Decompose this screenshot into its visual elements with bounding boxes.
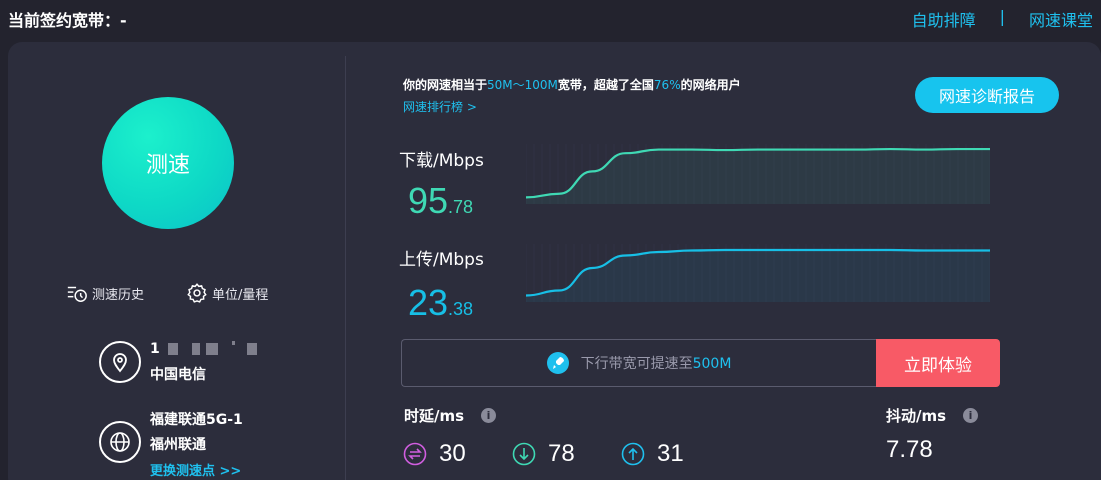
masked-block — [231, 341, 235, 345]
masked-block — [205, 343, 218, 355]
try-now-button[interactable]: 立即体验 — [876, 339, 1000, 387]
download-chart-svg — [525, 144, 991, 204]
start-speed-test-label: 测速 — [145, 153, 190, 178]
speed-history-button[interactable]: 测速历史 — [66, 282, 144, 304]
gear-icon — [187, 283, 207, 303]
masked-block — [191, 343, 200, 355]
server-city: 福州联通 — [150, 437, 206, 453]
top-links: 自助排障 | 网速课堂 — [912, 7, 1093, 31]
unit-range-label: 单位/量程 — [212, 287, 269, 303]
latency-help-icon[interactable]: i — [481, 408, 496, 423]
upload-dec: .38 — [448, 299, 474, 319]
speed-ranking-link[interactable]: 网速排行榜 > — [403, 98, 477, 115]
download-chart — [525, 144, 991, 208]
self-troubleshoot-link[interactable]: 自助排障 — [912, 7, 976, 31]
latency-download-value: 78 — [548, 440, 575, 467]
arrow-up-icon — [621, 442, 645, 466]
link-separator: | — [999, 7, 1005, 26]
start-speed-test-button[interactable]: 测速 — [102, 97, 234, 229]
upload-chart-area — [526, 250, 990, 302]
server-name: 福建联通5G-1 — [150, 412, 243, 428]
latency-ping-value: 30 — [439, 440, 466, 467]
latency-label: 时延/ms — [404, 407, 465, 425]
upload-chart-svg — [525, 244, 991, 302]
jitter-label: 抖动/ms — [886, 407, 947, 425]
jitter-help-icon[interactable]: i — [963, 408, 978, 423]
bidirectional-icon — [403, 442, 427, 466]
arrow-down-icon — [512, 442, 536, 466]
location-pin-icon — [99, 341, 141, 383]
download-int: 95 — [408, 180, 449, 221]
change-server-link[interactable]: 更换测速点 >> — [150, 460, 241, 479]
bandwidth-upgrade-banner: 下行带宽可提速至500M — [401, 339, 876, 387]
rocket-icon — [546, 352, 569, 374]
summary-percent: 76% — [653, 78, 681, 92]
upgrade-text: 下行带宽可提速至500M — [581, 353, 732, 373]
top-bar: 当前签约宽带：- 自助排障 | 网速课堂 — [0, 0, 1101, 40]
speed-summary: 你的网速相当于50M～100M宽带，超越了全国76%的网络用户 — [403, 76, 741, 93]
upload-value: 23.38 — [408, 282, 473, 324]
masked-block — [246, 343, 257, 355]
globe-icon — [99, 421, 141, 463]
diagnosis-report-button[interactable]: 网速诊断报告 — [915, 77, 1059, 113]
latency-ping: 30 — [403, 440, 466, 468]
masked-block — [167, 343, 178, 355]
panel-divider — [345, 56, 346, 480]
upload-int: 23 — [408, 282, 449, 323]
summary-mid: 宽带，超越了全国 — [557, 78, 654, 92]
speed-history-label: 测速历史 — [92, 287, 145, 303]
speed-class-link[interactable]: 网速课堂 — [1029, 7, 1093, 31]
download-chart-area — [526, 149, 990, 204]
summary-prefix: 你的网速相当于 — [403, 78, 488, 92]
download-dec: .78 — [448, 197, 474, 217]
summary-band: 50M～100M — [487, 78, 558, 92]
download-value: 95.78 — [408, 180, 473, 222]
upload-chart — [525, 244, 991, 306]
history-icon — [67, 286, 87, 302]
jitter-value: 7.78 — [886, 436, 933, 463]
ip-prefix: 1 — [150, 341, 160, 357]
contract-bandwidth-label: 当前签约宽带：- — [8, 11, 127, 30]
latency-upload: 31 — [621, 440, 684, 468]
download-label: 下载/Mbps — [399, 151, 484, 171]
upgrade-speed: 500M — [692, 356, 732, 372]
upload-label: 上传/Mbps — [399, 250, 484, 270]
ip-address: 1 — [150, 341, 257, 357]
summary-suffix: 的网络用户 — [680, 78, 741, 92]
isp-name: 中国电信 — [150, 367, 206, 383]
latency-upload-value: 31 — [657, 440, 684, 467]
latency-download: 78 — [512, 440, 575, 468]
upgrade-text-main: 下行带宽可提速至 — [580, 356, 693, 372]
unit-range-button[interactable]: 单位/量程 — [186, 282, 268, 304]
